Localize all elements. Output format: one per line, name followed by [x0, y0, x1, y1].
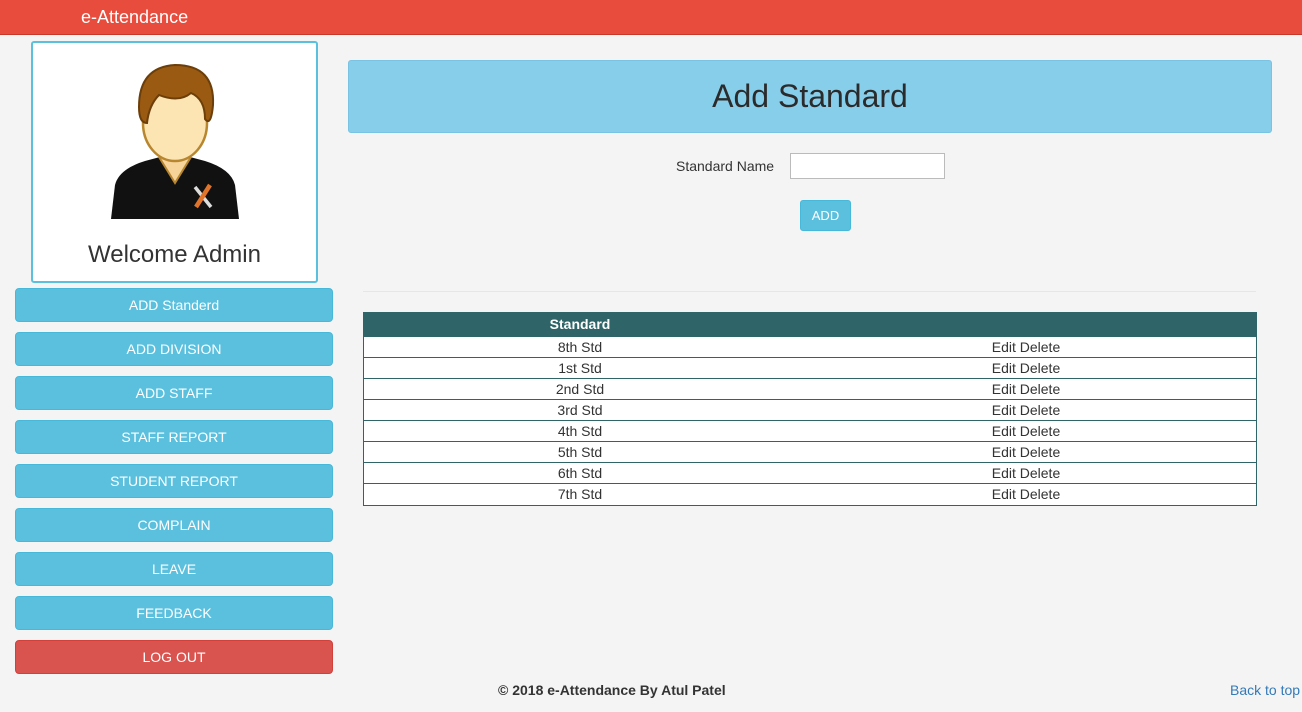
table-header-row: Standard — [364, 313, 1256, 336]
edit-link[interactable]: Edit — [992, 381, 1016, 397]
top-navbar: e-Attendance — [0, 0, 1302, 35]
edit-link[interactable]: Edit — [992, 486, 1016, 502]
actions-cell: Edit Delete — [796, 482, 1256, 504]
add-button[interactable]: ADD — [800, 200, 851, 231]
table-row: 2nd Std Edit Delete — [364, 377, 1256, 399]
delete-link[interactable]: Delete — [1020, 381, 1060, 397]
edit-link[interactable]: Edit — [992, 360, 1016, 376]
actions-cell: Edit Delete — [796, 356, 1256, 378]
standard-cell: 8th Std — [364, 335, 796, 357]
actions-cell: Edit Delete — [796, 419, 1256, 441]
divider — [363, 291, 1256, 292]
delete-link[interactable]: Delete — [1020, 423, 1060, 439]
sidebar-item-staff-report[interactable]: STAFF REPORT — [15, 420, 333, 454]
logout-button[interactable]: LOG OUT — [15, 640, 333, 674]
standard-cell: 1st Std — [364, 356, 796, 378]
standard-cell: 6th Std — [364, 461, 796, 483]
table-row: 6th Std Edit Delete — [364, 461, 1256, 483]
back-to-top-link[interactable]: Back to top — [1230, 682, 1300, 698]
standard-name-input[interactable] — [790, 153, 945, 179]
table-row: 4th Std Edit Delete — [364, 419, 1256, 441]
actions-cell: Edit Delete — [796, 335, 1256, 357]
delete-link[interactable]: Delete — [1020, 465, 1060, 481]
actions-cell: Edit Delete — [796, 461, 1256, 483]
table-row: 1st Std Edit Delete — [364, 356, 1256, 378]
edit-link[interactable]: Edit — [992, 339, 1016, 355]
admin-user-icon — [111, 63, 239, 219]
page-title: Add Standard — [348, 60, 1272, 133]
sidebar-item-add-staff[interactable]: ADD STAFF — [15, 376, 333, 410]
standard-cell: 2nd Std — [364, 377, 796, 399]
standard-cell: 3rd Std — [364, 398, 796, 420]
sidebar-item-complain[interactable]: COMPLAIN — [15, 508, 333, 542]
column-header-standard: Standard — [364, 313, 796, 336]
delete-link[interactable]: Delete — [1020, 444, 1060, 460]
table-row: 5th Std Edit Delete — [364, 440, 1256, 462]
sidebar-item-leave[interactable]: LEAVE — [15, 552, 333, 586]
edit-link[interactable]: Edit — [992, 402, 1016, 418]
actions-cell: Edit Delete — [796, 440, 1256, 462]
delete-link[interactable]: Delete — [1020, 486, 1060, 502]
sidebar-item-student-report[interactable]: STUDENT REPORT — [15, 464, 333, 498]
column-header-actions — [796, 313, 1256, 336]
standard-name-label: Standard Name — [676, 158, 775, 174]
footer-copyright: © 2018 e-Attendance By Atul Patel — [498, 682, 726, 698]
delete-link[interactable]: Delete — [1020, 402, 1060, 418]
edit-link[interactable]: Edit — [992, 423, 1016, 439]
edit-link[interactable]: Edit — [992, 444, 1016, 460]
standard-cell: 4th Std — [364, 419, 796, 441]
table-row: 3rd Std Edit Delete — [364, 398, 1256, 420]
sidebar-item-add-standard[interactable]: ADD Standerd — [15, 288, 333, 322]
sidebar-item-add-division[interactable]: ADD DIVISION — [15, 332, 333, 366]
table-row: 8th Std Edit Delete — [364, 335, 1256, 357]
standards-table: Standard 8th Std Edit Delete 1st Std Edi… — [363, 312, 1257, 506]
standard-cell: 5th Std — [364, 440, 796, 462]
actions-cell: Edit Delete — [796, 398, 1256, 420]
standard-cell: 7th Std — [364, 482, 796, 504]
edit-link[interactable]: Edit — [992, 465, 1016, 481]
brand-title[interactable]: e-Attendance — [81, 7, 188, 27]
delete-link[interactable]: Delete — [1020, 339, 1060, 355]
table-row: 7th Std Edit Delete — [364, 482, 1256, 504]
actions-cell: Edit Delete — [796, 377, 1256, 399]
sidebar-item-feedback[interactable]: FEEDBACK — [15, 596, 333, 630]
delete-link[interactable]: Delete — [1020, 360, 1060, 376]
profile-card: Welcome Admin — [31, 41, 318, 283]
welcome-text: Welcome Admin — [88, 241, 261, 268]
